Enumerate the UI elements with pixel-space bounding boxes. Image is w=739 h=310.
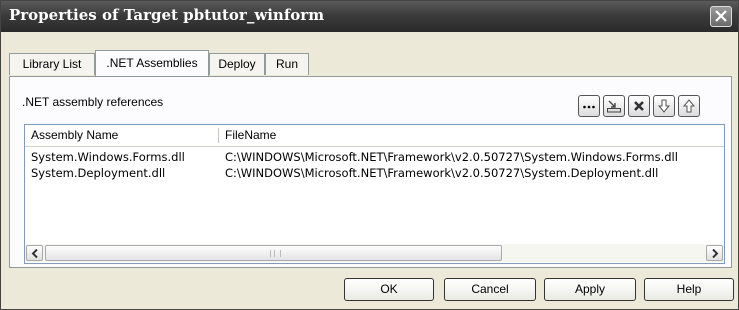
- tab-net-assemblies[interactable]: .NET Assemblies: [95, 50, 209, 76]
- window-title: Properties of Target pbtutor_winform: [9, 6, 325, 24]
- list-row[interactable]: System.Windows.Forms.dll C:\WINDOWS\Micr…: [25, 149, 724, 165]
- import-button[interactable]: [603, 95, 625, 117]
- delete-icon: [634, 101, 644, 111]
- list-header: Assembly Name FileName: [25, 125, 724, 147]
- arrow-right-icon: [712, 249, 719, 258]
- ok-button[interactable]: OK: [344, 278, 434, 301]
- filename-cell: C:\WINDOWS\Microsoft.NET\Framework\v2.0.…: [225, 150, 678, 164]
- scrollbar-thumb[interactable]: [45, 245, 502, 261]
- column-header-assembly-name[interactable]: Assembly Name: [25, 125, 218, 146]
- move-down-button[interactable]: [653, 95, 675, 117]
- list-row[interactable]: System.Deployment.dll C:\WINDOWS\Microso…: [25, 165, 724, 181]
- ellipsis-icon: [583, 105, 595, 109]
- assembly-name-cell: System.Windows.Forms.dll: [31, 150, 185, 164]
- filename-cell: C:\WINDOWS\Microsoft.NET\Framework\v2.0.…: [225, 166, 659, 180]
- tab-library-list[interactable]: Library List: [9, 53, 95, 75]
- assembly-name-cell: System.Deployment.dll: [31, 166, 166, 180]
- close-button[interactable]: [710, 6, 732, 27]
- net-assemblies-panel: .NET assembly references Assembly Name F…: [9, 76, 732, 268]
- move-down-icon: [657, 99, 671, 113]
- move-up-button[interactable]: [678, 95, 700, 117]
- tab-deploy[interactable]: Deploy: [209, 53, 265, 75]
- assembly-list[interactable]: Assembly Name FileName System.Windows.Fo…: [24, 124, 725, 264]
- title-bar[interactable]: Properties of Target pbtutor_winform: [1, 1, 738, 32]
- arrow-left-icon: [31, 249, 38, 258]
- help-button[interactable]: Help: [644, 278, 734, 301]
- properties-dialog: Properties of Target pbtutor_winform Lib…: [0, 0, 739, 310]
- grip-icon: [270, 250, 281, 257]
- cancel-button[interactable]: Cancel: [444, 278, 536, 301]
- column-header-filename[interactable]: FileName: [219, 125, 619, 146]
- scroll-right-button[interactable]: [706, 245, 723, 261]
- move-up-icon: [682, 99, 696, 113]
- apply-button[interactable]: Apply: [544, 278, 636, 301]
- close-icon: [715, 10, 727, 22]
- browse-button[interactable]: [578, 95, 600, 117]
- horizontal-scrollbar[interactable]: [25, 244, 724, 262]
- section-label: .NET assembly references: [22, 95, 164, 109]
- import-icon: [607, 100, 621, 113]
- tab-run[interactable]: Run: [265, 53, 309, 75]
- scroll-left-button[interactable]: [26, 245, 43, 261]
- delete-button[interactable]: [628, 95, 650, 117]
